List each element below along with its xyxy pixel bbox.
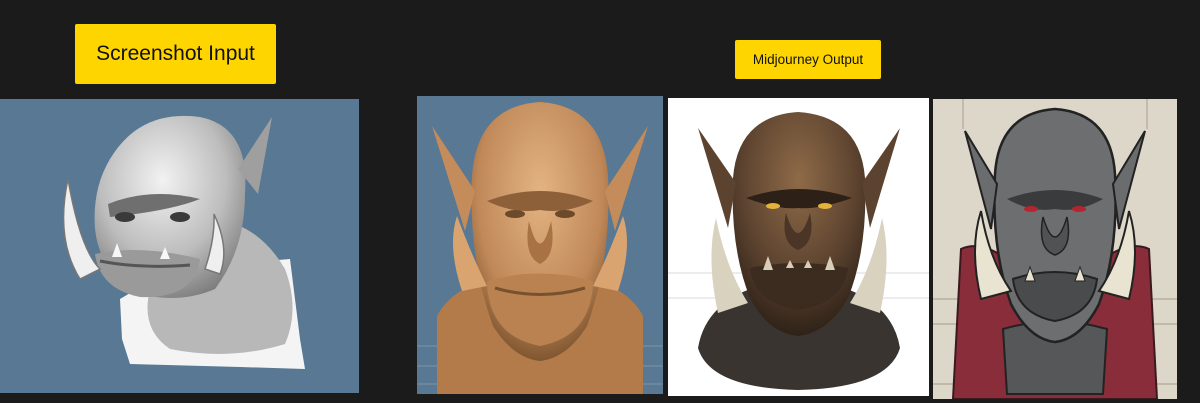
input-image-gray-orc-sculpt [0,99,359,393]
output-image-illustrated-gray-orc [933,99,1177,399]
midjourney-output-label: Midjourney Output [735,40,881,79]
output-image-realistic-brown-orc [668,98,929,396]
output-image-tan-clay-orc [417,96,663,394]
screenshot-input-label: Screenshot Input [75,24,276,84]
